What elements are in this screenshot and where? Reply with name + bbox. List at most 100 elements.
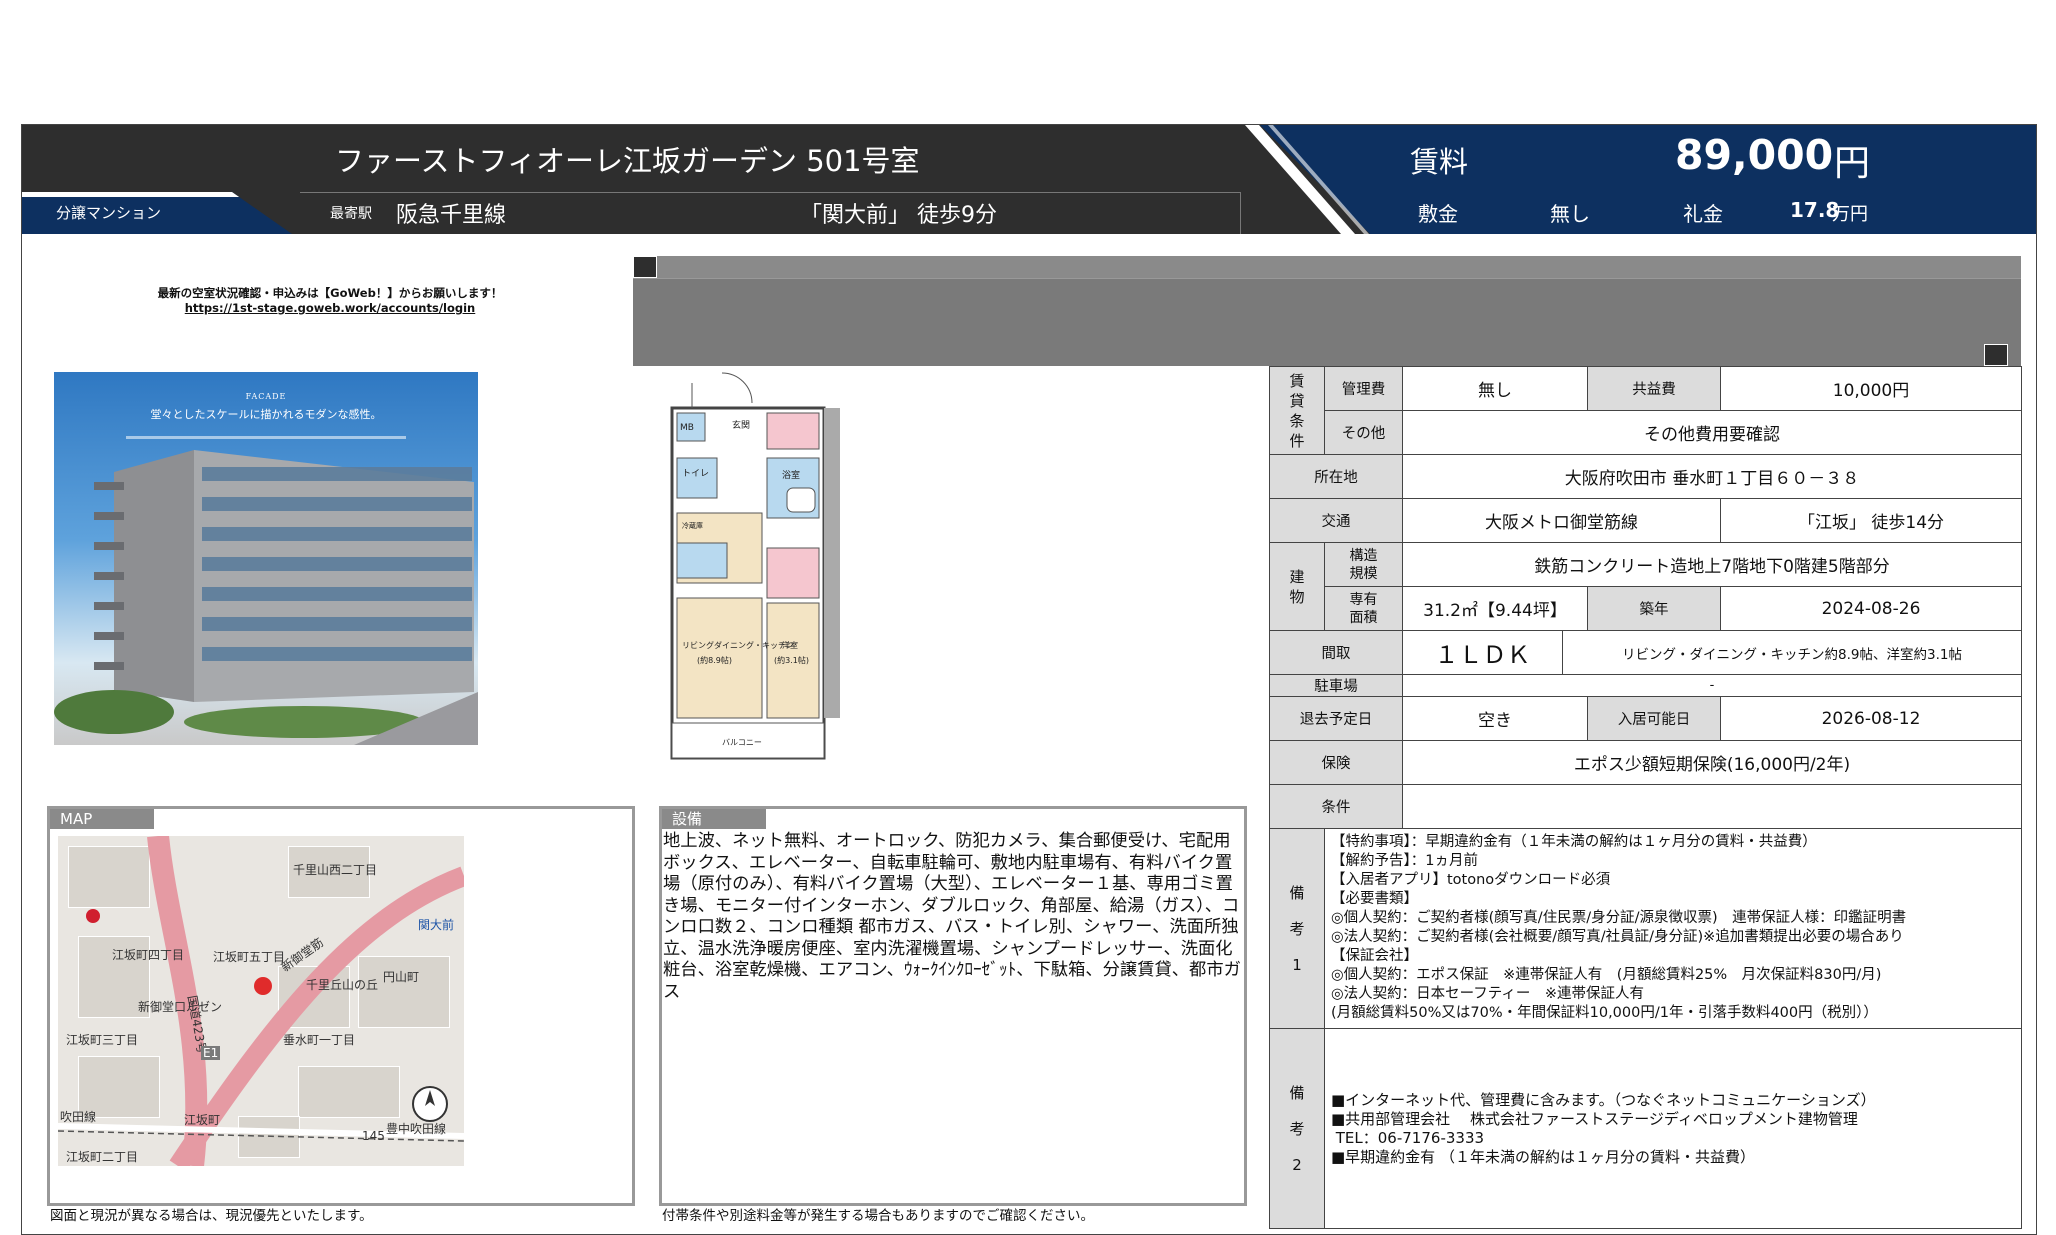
insurance-value: エポス少額短期保険(16,000円/2年) [1402,740,2022,785]
map-footnote: 図面と現況が異なる場合は、現況優先といたします。 [50,1208,373,1224]
remarks1-line: ◎個人契約：ご契約者様(顔写真/住民票/身分証/源泉徴収票) 連帯保証人様：印鑑… [1331,910,1907,926]
deposit-label: 敷金 [1418,202,1458,226]
map-label: 垂水町一丁目 [283,1033,356,1047]
facilities-title: 設備 [662,809,766,829]
floorplan-label-ldk: リビングダイニング・キッチン [682,640,794,650]
remarks1-label: 備考1 [1269,828,1325,1029]
layout-value: １ＬＤＫ [1402,630,1563,675]
property-title: ファーストフィオーレ江坂ガーデン 501号室 [335,144,920,178]
corner-square [633,256,657,278]
parking-label: 駐車場 [1269,674,1403,697]
move-in-label: 入居可能日 [1587,696,1721,741]
header-divider-vertical [1240,192,1241,234]
map-label: 江坂町三丁目 [66,1033,139,1047]
remarks1-line: ◎法人契約：ご契約者様(会社概要/顔写真/社員証/身分証)※追加書類提出必要の場… [1331,929,1904,945]
type-badge-label: 分譲マンション [56,204,162,222]
rent-value: 89,000 [1675,131,1834,179]
area-label: 専有面積 [1324,586,1403,631]
floorplan-label-western-size: (約3.1帖) [774,655,809,665]
area-value: 31.2㎡【9.44坪】 [1402,586,1588,631]
remarks1-line: 【解約予告】：1ヵ月前 [1331,853,1478,869]
remarks1-line: 【特約事項】：早期違約金有（１年未満の解約は１ヶ月分の賃料・共益費） [1331,834,1817,850]
map-label: 江坂町二丁目 [66,1150,139,1164]
floorplan-label-western-room: 洋室 [782,640,798,650]
map-roads [58,836,464,1166]
address-label: 所在地 [1269,454,1403,499]
remarks1-line: 【入居者アプリ】totonoダウンロード必須 [1331,872,1611,888]
map-title: MAP [50,809,154,829]
gray-title-bar [633,256,2021,366]
parking-value: - [1402,674,2022,697]
key-money-unit: 万円 [1832,204,1868,225]
remarks1-line: (月額総賃料50%又は70%・年間保証料10,000円/1年・引落手数料400円… [1331,1005,1878,1021]
key-money-label: 礼金 [1683,202,1723,226]
remarks1-line: 【必要書類】 [1331,891,1418,907]
map-image[interactable]: 千里山西二丁目 関大前 江坂町四丁目 江坂町五丁目 国道423号 新御堂筋 千里… [58,836,464,1166]
built-value: 2024-08-26 [1720,586,2022,631]
price-panel [1260,125,2036,234]
floorplan-label-ldk-size: (約8.9帖) [697,655,732,665]
transport-label: 交通 [1269,498,1403,543]
map-label: 新御堂口ルゼン [138,1000,223,1014]
transport-line: 大阪メトロ御堂筋線 [1402,498,1721,543]
floorplan-drawing: MB 玄関 トイレ 浴室 冷蔵庫 リビングダイニング・キッチン (約8.9帖) … [670,372,840,760]
map-label: 吹田線 [60,1110,97,1124]
facilities-footnote: 付帯条件や別途料金等が発生する場合もありますのでご確認ください。 [662,1208,1094,1224]
map-label: 江坂町五丁目 [213,950,286,964]
remarks2-label: 備考2 [1269,1028,1325,1229]
map-label: 豊中吹田線 [386,1122,447,1136]
transport-walk: 「江坂」 徒歩14分 [1720,498,2022,543]
map-label: 江坂町 [184,1113,221,1127]
map-label: 関大前 [418,918,455,932]
floorplan-label-toilet: トイレ [682,469,709,479]
remarks1-line: 【保証会社】 [1331,948,1418,964]
remarks2-text: ■インターネット代、管理費に含みます。（つなぐネットコミュニケーションズ） ■共用… [1324,1028,2022,1229]
move-in-value: 2026-08-12 [1720,696,2022,741]
station-walk: 「関大前」 徒歩9分 [800,203,997,228]
remarks2-line: TEL：06-7176-3333 [1331,1128,1485,1147]
remarks2-line: ■早期違約金有 （１年未満の解約は１ヶ月分の賃料・共益費） [1331,1147,1755,1166]
address-value: 大阪府吹田市 垂水町１丁目６０－３８ [1402,454,2022,499]
structure-value: 鉄筋コンクリート造地上7階地下0階建5階部分 [1402,542,2022,587]
map-label: E1 [201,1046,221,1060]
map-label: 円山町 [383,970,420,984]
other-value: その他費用要確認 [1402,410,2022,455]
map-label: 千里山西二丁目 [293,863,378,877]
other-label: その他 [1324,410,1403,455]
station-label: 最寄駅 [330,206,372,222]
remarks1-line: ◎法人契約：日本セーフティー ※連帯保証人有 [1331,986,1645,1002]
rent-unit: 円 [1834,143,1871,184]
common-fee-value: 10,000円 [1720,366,2022,411]
header-divider [300,192,1240,193]
management-fee-label: 管理費 [1324,366,1403,411]
remarks1-line: ◎個人契約：エポス保証 ※連帯保証人有 (月額総賃料25% 月次保証料830円/… [1331,967,1882,983]
conditions-label: 条件 [1269,784,1403,829]
map-label: 江坂町四丁目 [112,948,185,962]
facilities-text: 地上波、ネット無料、オートロック、防犯カメラ、集合郵便受け、宅配用ボックス、エレ… [663,831,1241,1002]
station-line: 阪急千里線 [396,203,507,228]
floorplan-label-fridge: 冷蔵庫 [682,521,703,530]
floorplan-label-mb: MB [680,423,694,433]
move-out-label: 退去予定日 [1269,696,1403,741]
building-label: 建物 [1269,542,1325,631]
insurance-label: 保険 [1269,740,1403,785]
floorplan-label-bath: 浴室 [782,469,800,481]
rent-label: 賃料 [1410,145,1469,179]
map-label: 千里丘山の丘 [306,978,379,992]
spec-table: 賃貸条件 管理費 無し 共益費 10,000円 その他 その他費用要確認 所在地… [1269,366,2022,1229]
goweb-notice-text: 最新の空室状況確認・申込みは【GoWeb！】からお願いします！ [157,286,503,300]
rental-terms-label: 賃貸条件 [1269,366,1325,455]
floorplan-label-entrance: 玄関 [732,419,750,431]
conditions-value [1402,784,2022,829]
goweb-notice: 最新の空室状況確認・申込みは【GoWeb！】からお願いします！ https://… [60,286,600,316]
remarks2-line: ■共用部管理会社 株式会社ファーストステージディベロップメント建物管理 [1331,1109,1858,1128]
remarks2-line: ■インターネット代、管理費に含みます。（つなぐネットコミュニケーションズ） [1331,1090,1876,1109]
layout-detail: リビング・ダイニング・キッチン約8.9帖、洋室約3.1帖 [1562,630,2022,675]
management-fee-value: 無し [1402,366,1588,411]
corner-square [1984,344,2008,366]
common-fee-label: 共益費 [1587,366,1721,411]
exterior-photo: FACADE 堂々としたスケールに描かれるモダンな感性。 [54,372,478,745]
goweb-link[interactable]: https://1st-stage.goweb.work/accounts/lo… [60,301,600,316]
structure-label: 構造規模 [1324,542,1403,587]
map-label: 145 [362,1129,385,1143]
